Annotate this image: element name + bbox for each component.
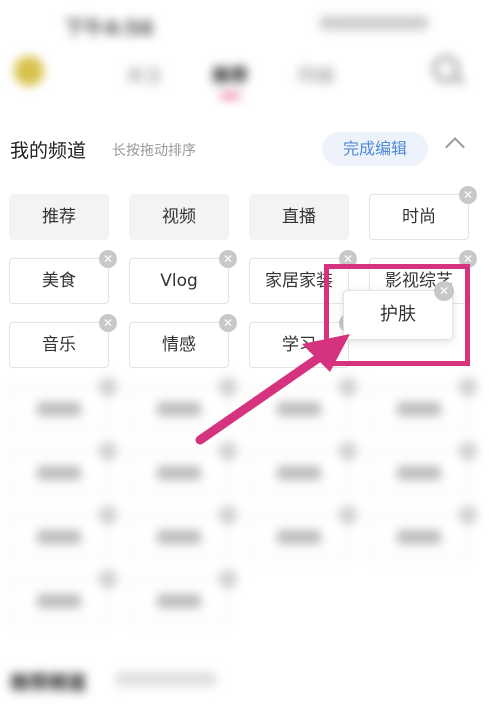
recommended-channels-hint	[116, 672, 216, 686]
recommended-channels-title: 推荐频道	[10, 672, 87, 694]
annotation-arrow-icon	[195, 334, 350, 445]
